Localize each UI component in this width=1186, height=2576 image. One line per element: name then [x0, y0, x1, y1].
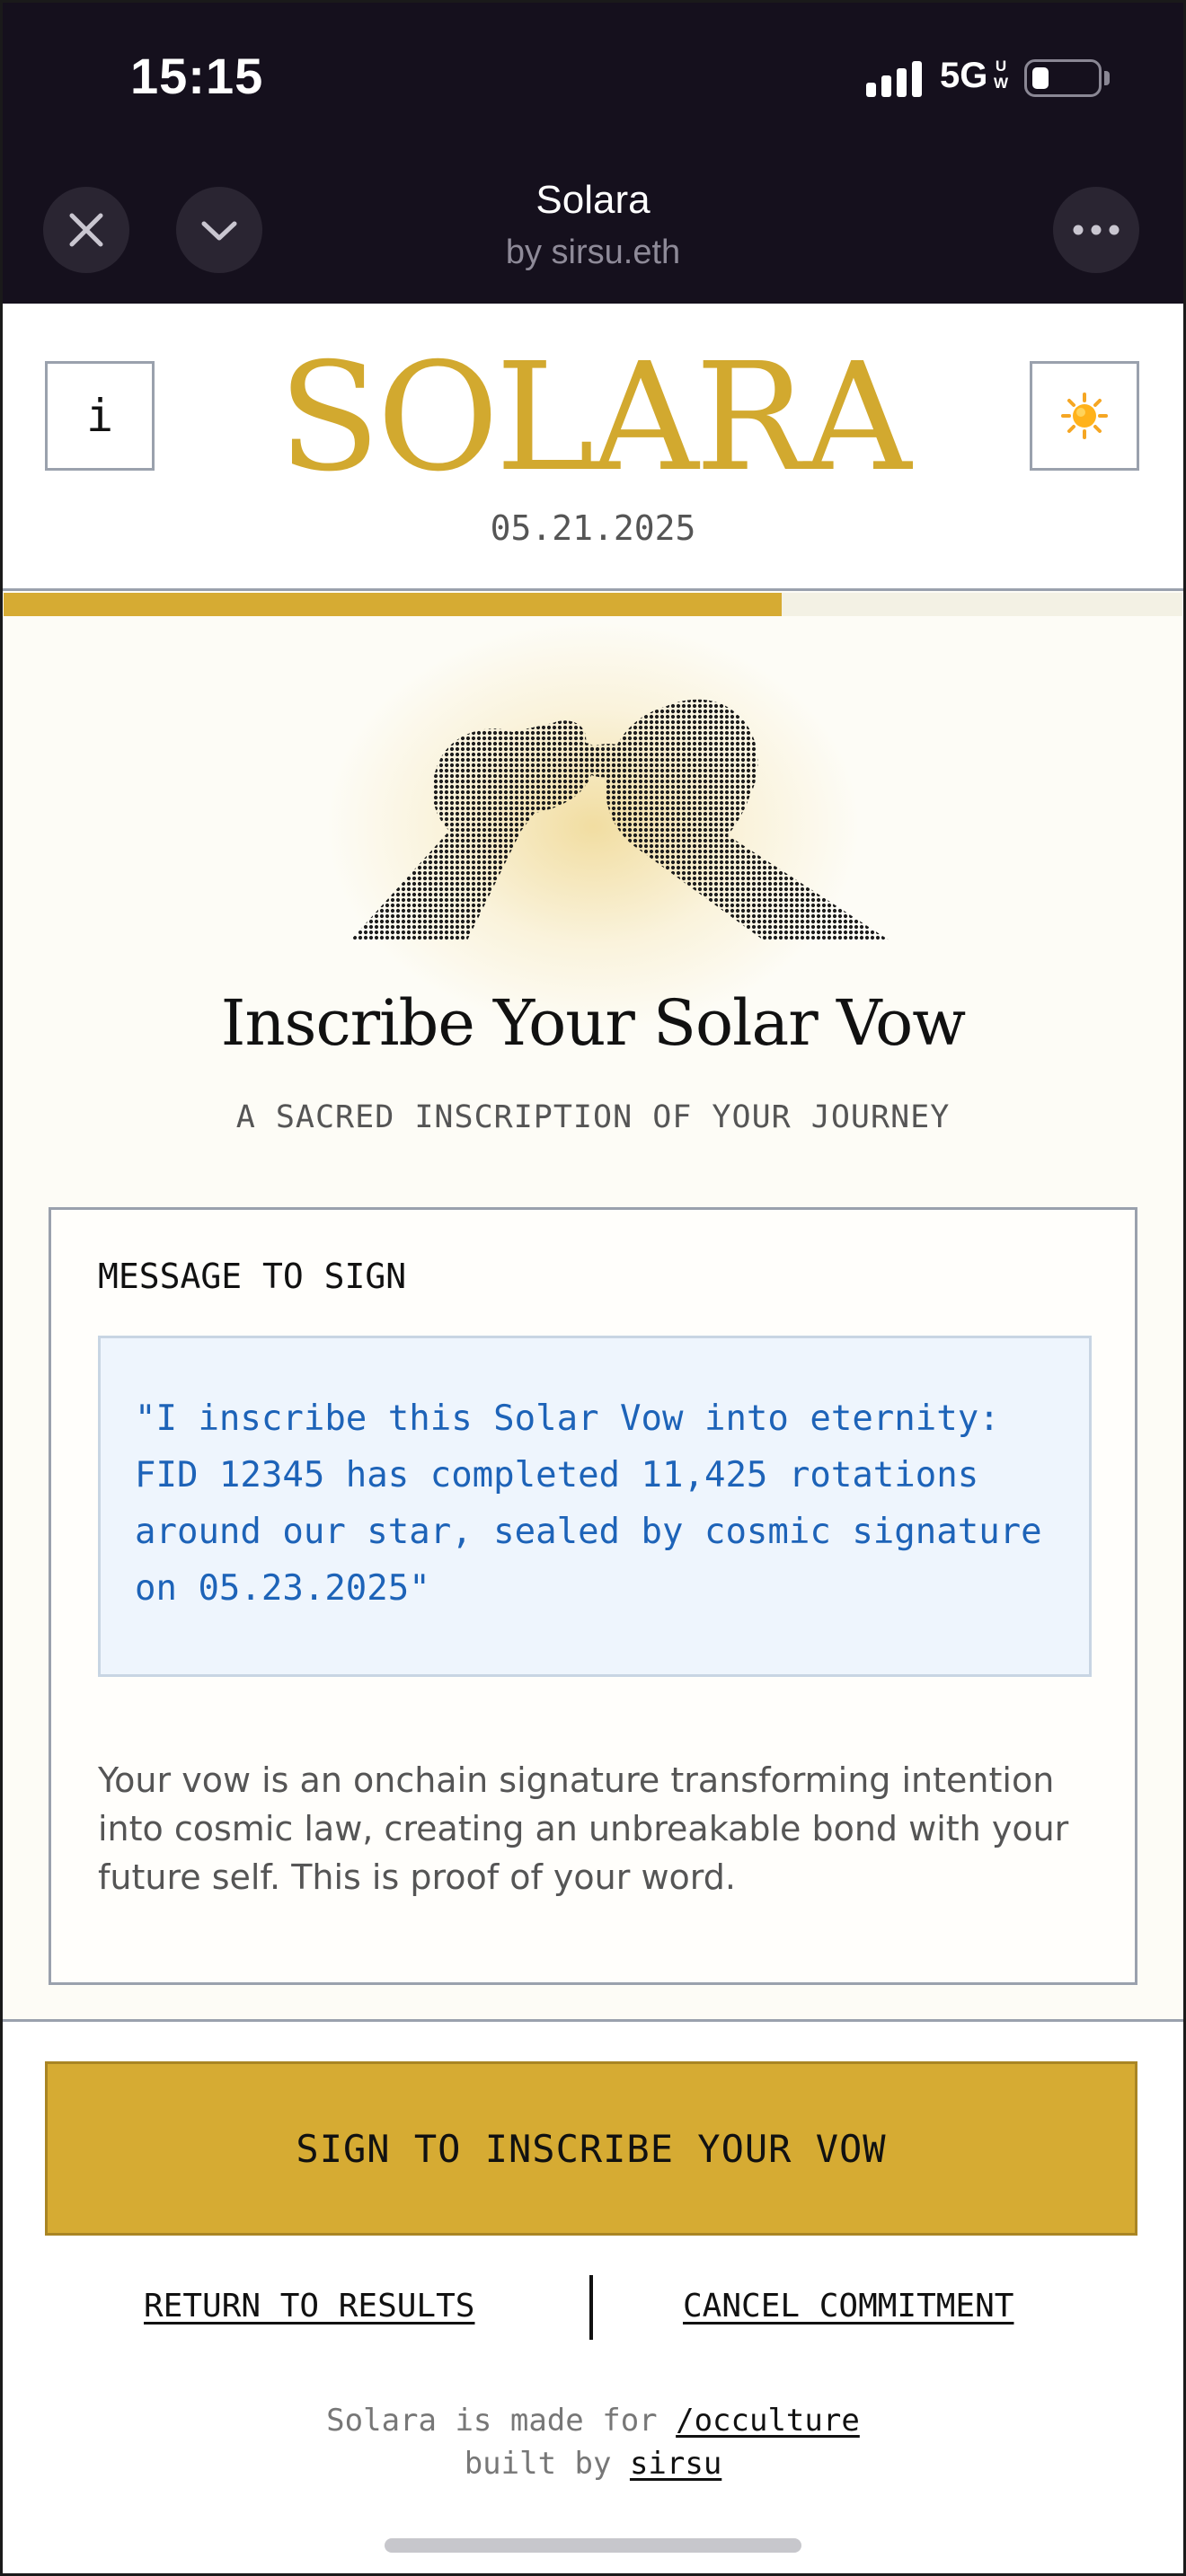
return-to-results-link[interactable]: RETURN TO RESULTS — [144, 2288, 474, 2325]
sign-vow-button[interactable]: SIGN TO INSCRIBE YOUR VOW — [45, 2061, 1137, 2236]
occulture-link[interactable]: /occulture — [676, 2403, 860, 2439]
status-time: 15:15 — [130, 48, 264, 104]
page-subheadline: A SACRED INSCRIPTION OF YOUR JOURNEY — [235, 1099, 951, 1135]
solara-header: i SOLARA 05.21.2025 — [0, 304, 1186, 591]
home-indicator[interactable] — [385, 2538, 801, 2553]
sirsu-link[interactable]: sirsu — [630, 2446, 721, 2482]
app-title: Solara — [535, 178, 651, 222]
message-to-sign: "I inscribe this Solar Vow into eternity… — [98, 1336, 1092, 1677]
app-top-bar: 15:15 5G UW Solara by sirsu.eth — [0, 0, 1186, 304]
app-author: by sirsu.eth — [505, 234, 681, 271]
network-suffix: UW — [994, 57, 1009, 92]
links-divider — [589, 2275, 593, 2340]
battery-tip — [1104, 71, 1110, 85]
theme-toggle-button[interactable] — [1030, 361, 1139, 471]
pinky-promise-illustration — [350, 699, 890, 940]
battery-icon — [1024, 59, 1102, 97]
brand-logo: SOLARA — [278, 331, 912, 505]
action-footer: SIGN TO INSCRIBE YOUR VOW RETURN TO RESU… — [0, 2019, 1186, 2576]
network-type: 5G — [940, 56, 988, 95]
cancel-commitment-link[interactable]: CANCEL COMMITMENT — [683, 2288, 1013, 2325]
message-card-label: MESSAGE TO SIGN — [98, 1257, 407, 1296]
more-button[interactable] — [1053, 187, 1139, 273]
credit-line-2: built by sirsu — [464, 2446, 722, 2482]
vow-explanation: Your vow is an onchain signature transfo… — [98, 1760, 1069, 1897]
progress-bar — [4, 593, 1182, 616]
message-card: MESSAGE TO SIGN "I inscribe this Solar V… — [49, 1207, 1137, 1985]
header-date: 05.21.2025 — [490, 508, 696, 548]
progress-fill — [4, 593, 782, 616]
secondary-links: RETURN TO RESULTS CANCEL COMMITMENT — [0, 2275, 1186, 2340]
signal-icon — [866, 59, 922, 97]
more-icon — [1073, 225, 1120, 235]
sun-icon — [1061, 393, 1108, 439]
credit-line-1: Solara is made for /occulture — [326, 2403, 860, 2439]
page-headline: Inscribe Your Solar Vow — [220, 986, 966, 1060]
